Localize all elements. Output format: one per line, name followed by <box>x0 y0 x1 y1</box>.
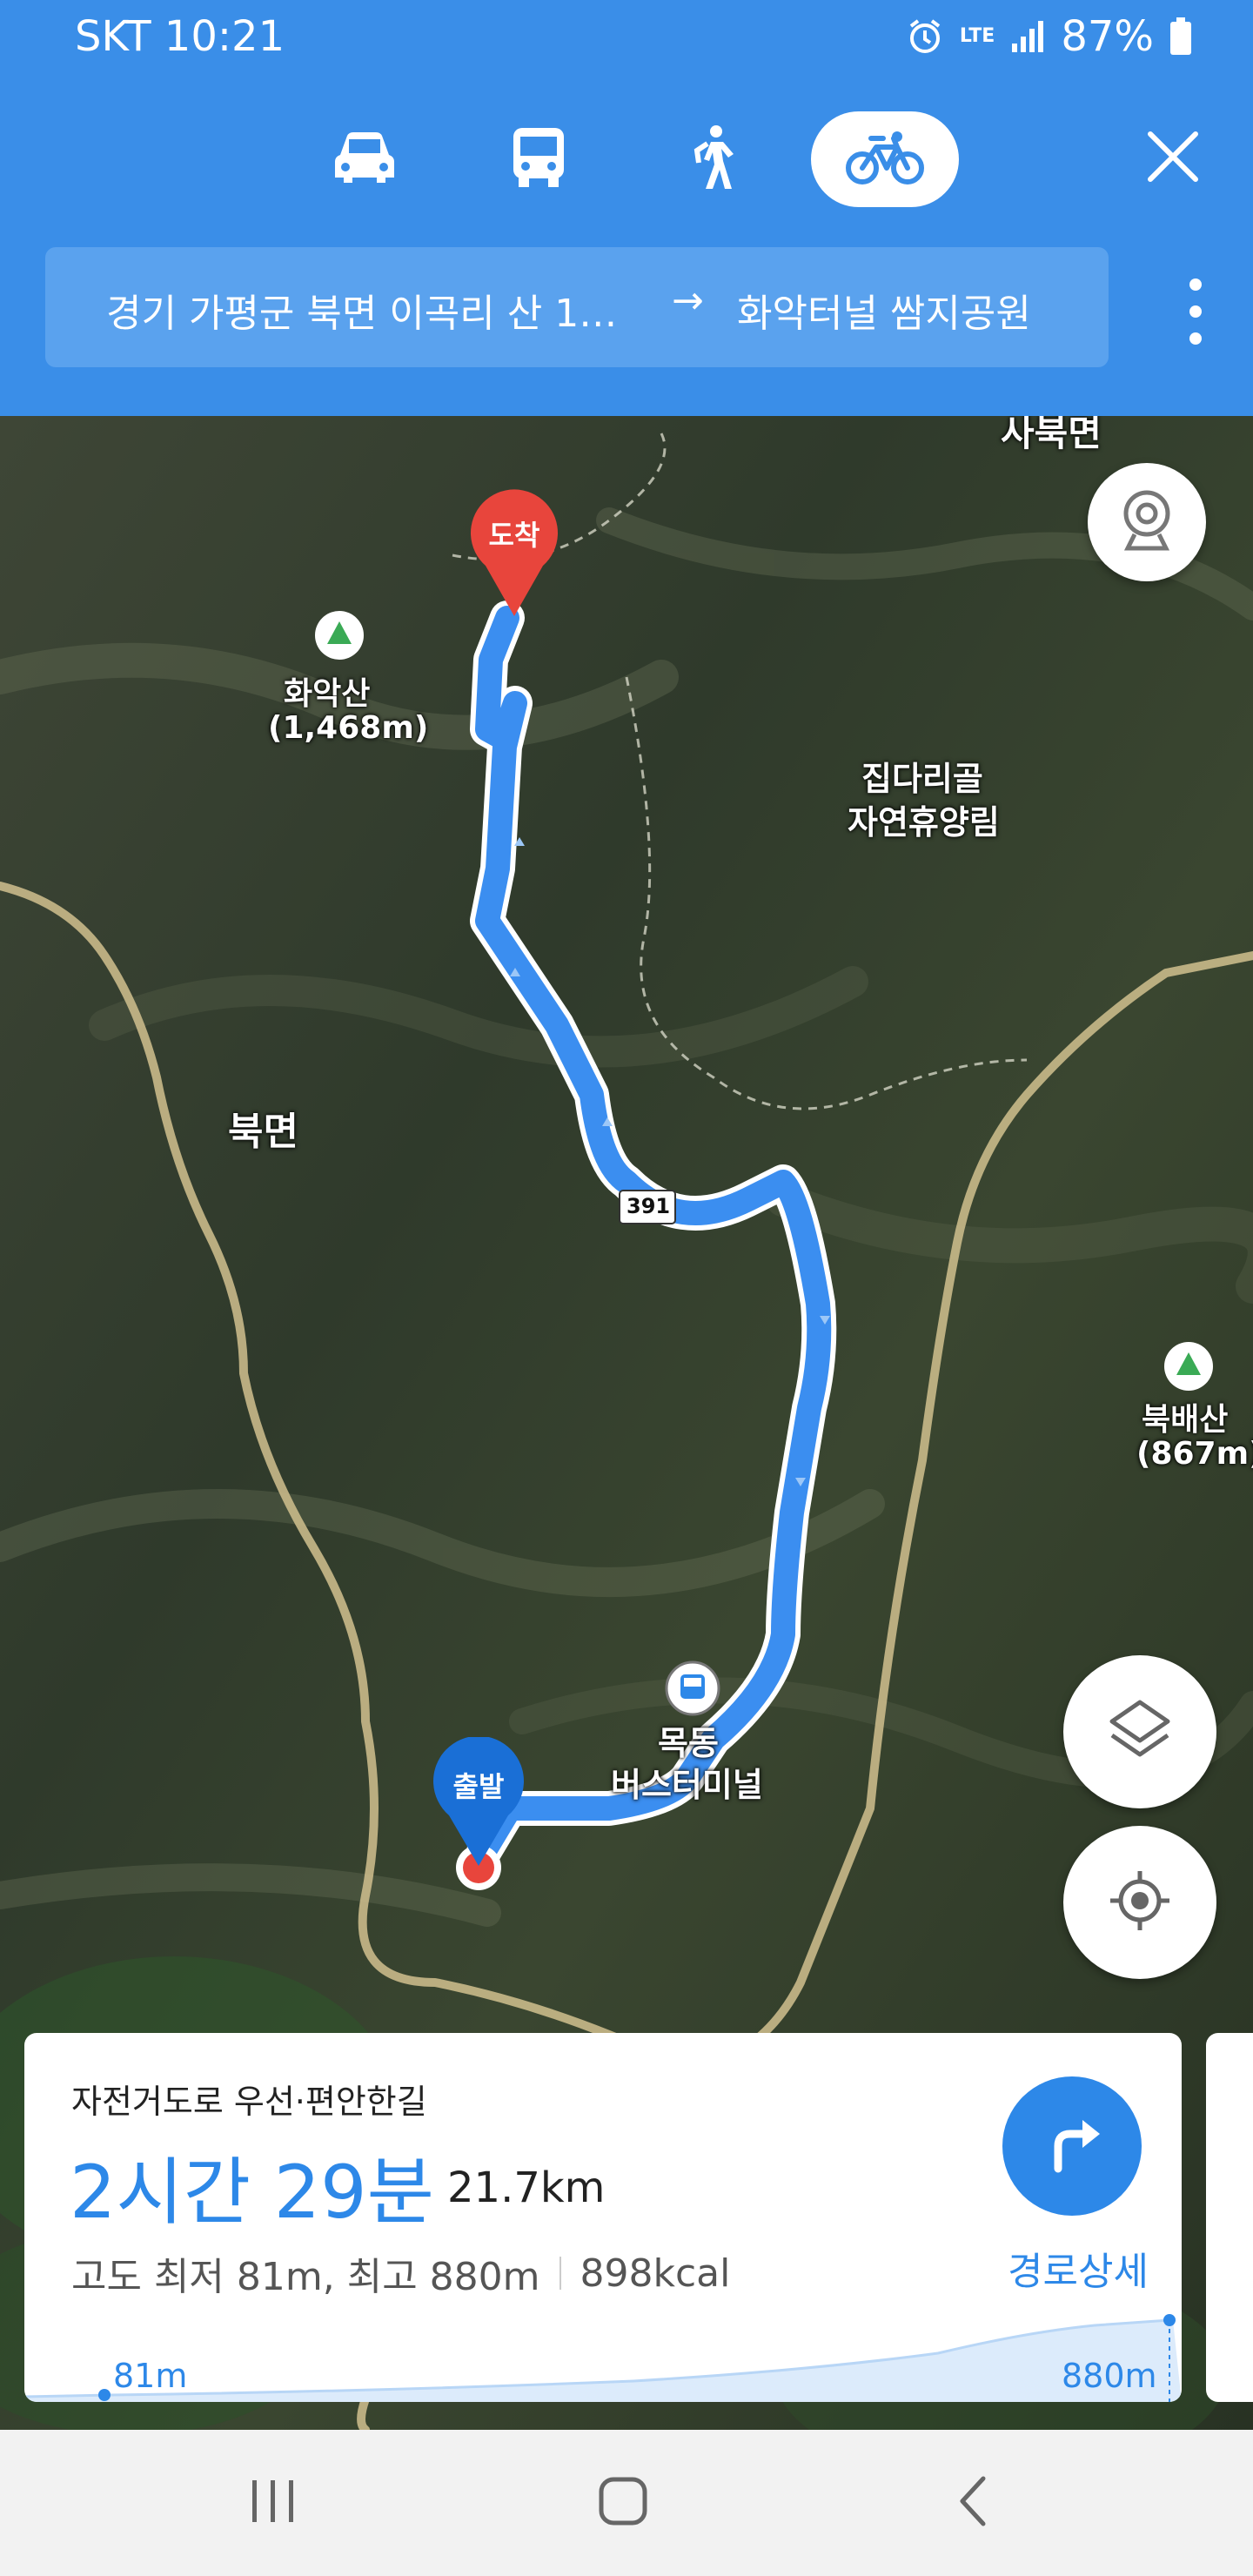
arrive-marker[interactable]: 도착 <box>466 487 562 618</box>
map-label-forest: 집다리골 <box>861 760 983 798</box>
travel-mode-tabs <box>0 111 1253 207</box>
mode-bus-tab[interactable] <box>465 111 613 207</box>
close-icon <box>1145 129 1201 188</box>
signal-icon <box>1010 19 1045 54</box>
recent-apps-button[interactable] <box>230 2459 317 2546</box>
route-summary-box[interactable]: 경기 가평군 북면 이곡리 산 1… → 화악터널 쌈지공원 <box>45 247 1109 367</box>
back-button[interactable] <box>929 2459 1016 2546</box>
network-type: LTE <box>959 25 995 47</box>
route-arrow-icon: → <box>672 278 704 323</box>
arrive-label: 도착 <box>488 519 540 552</box>
elevation-profile-chart <box>24 2314 1182 2402</box>
map-label-terminal: 버스터미널 <box>611 1766 763 1804</box>
map-label-mountain: 북배산 <box>1142 1402 1229 1438</box>
calories: 898kcal <box>580 2251 731 2296</box>
street-view-icon <box>1121 489 1173 555</box>
depart-marker[interactable]: 출발 <box>430 1737 527 1868</box>
route-destination[interactable]: 화악터널 쌈지공원 <box>737 282 1031 338</box>
map-label-route-number: 391 <box>626 1194 671 1218</box>
map-label-elevation: (867m) <box>1136 1436 1253 1472</box>
more-dot <box>1189 305 1202 318</box>
system-nav-bar <box>0 2430 1253 2576</box>
map-label-mountain: 화악산 <box>284 676 371 712</box>
elevation-max-label: 880m <box>1062 2357 1157 2395</box>
more-options-button[interactable] <box>1169 270 1222 353</box>
elevation-min-dot <box>98 2389 111 2401</box>
bus-icon <box>510 126 567 192</box>
route-option-title: 자전거도로 우선·편안한길 <box>71 2083 427 2121</box>
my-location-button[interactable] <box>1063 1826 1216 1979</box>
home-icon <box>597 2475 649 2531</box>
route-result-card[interactable]: 자전거도로 우선·편안한길 2시간 29분 21.7km 고도 최저 81m, … <box>24 2033 1182 2402</box>
layers-icon <box>1107 1697 1173 1767</box>
status-icons: LTE 87% <box>906 12 1192 61</box>
home-button[interactable] <box>580 2459 667 2546</box>
back-icon <box>955 2475 990 2531</box>
mode-car-tab[interactable] <box>291 111 439 207</box>
more-dot <box>1189 278 1202 291</box>
mode-bicycle-tab[interactable] <box>811 111 959 207</box>
more-dot <box>1189 332 1202 345</box>
next-route-card[interactable] <box>1206 2033 1253 2402</box>
map-label-area: 사북면 <box>1001 416 1102 454</box>
map-label-district: 북면 <box>228 1110 298 1154</box>
elevation-max-dot <box>1163 2314 1176 2326</box>
travel-time: 2시간 29분 <box>70 2150 434 2235</box>
battery-percent: 87% <box>1061 12 1154 61</box>
route-detail-label[interactable]: 경로상세 <box>995 2240 1161 2296</box>
recent-apps-icon <box>247 2479 299 2527</box>
bicycle-icon <box>845 130 925 189</box>
map-layers-button[interactable] <box>1063 1655 1216 1808</box>
map-label-terminal: 목동 <box>658 1724 719 1762</box>
status-bar: SKT 10:21 LTE 87% <box>0 0 1253 78</box>
turn-right-arrow-icon <box>1039 2111 1105 2181</box>
car-icon <box>332 129 398 190</box>
walk-icon <box>688 124 737 194</box>
street-view-button[interactable] <box>1088 463 1206 581</box>
elevation-min-label: 81m <box>113 2357 188 2395</box>
header: SKT 10:21 LTE 87% 경기 가평군 북면 이곡리 산 1… → 화… <box>0 0 1253 416</box>
depart-label: 출발 <box>452 1770 505 1803</box>
map-label-elevation: (1,468m) <box>268 710 429 746</box>
travel-distance: 21.7km <box>447 2163 606 2212</box>
route-detail-button[interactable] <box>1002 2076 1142 2216</box>
divider <box>559 2257 561 2290</box>
map-label-forest: 자연휴양림 <box>848 803 1000 842</box>
alarm-icon <box>906 17 944 56</box>
mode-walk-tab[interactable] <box>639 111 787 207</box>
close-button[interactable] <box>1136 122 1209 195</box>
locate-icon <box>1107 1868 1173 1937</box>
carrier-time: SKT 10:21 <box>75 12 285 61</box>
battery-icon <box>1169 17 1192 56</box>
route-origin[interactable]: 경기 가평군 북면 이곡리 산 1… <box>106 282 617 338</box>
